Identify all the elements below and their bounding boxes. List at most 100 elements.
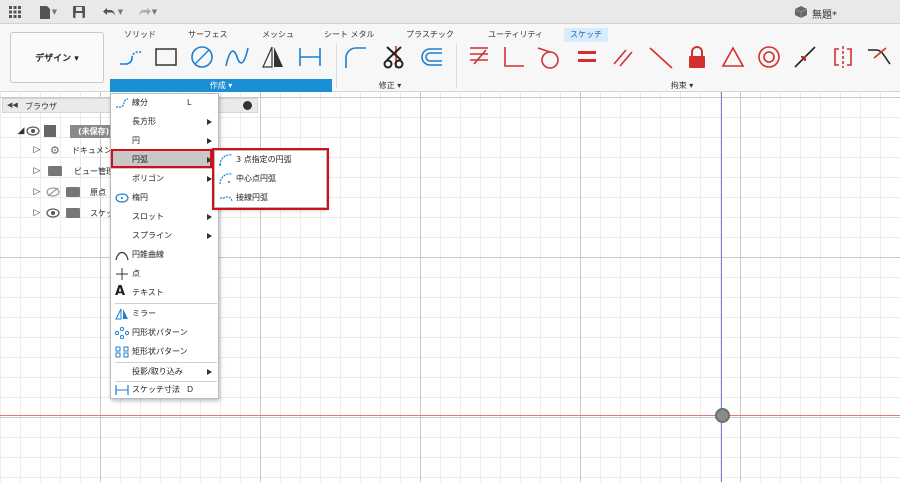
browser-node-label: ビュー管理 bbox=[74, 166, 114, 176]
rectangle-tool-icon[interactable] bbox=[153, 44, 179, 70]
app-grid-icon[interactable] bbox=[8, 3, 22, 21]
spline-tool-icon[interactable] bbox=[224, 44, 250, 70]
tab-surface[interactable]: サーフェス bbox=[188, 28, 228, 42]
browser-title: ブラウザ bbox=[25, 102, 57, 111]
tab-mesh[interactable]: メッシュ bbox=[262, 28, 294, 42]
menu-item-line[interactable]: 線分 L bbox=[111, 94, 218, 112]
menu-item-label: 投影/取り込み bbox=[132, 367, 183, 376]
document-cube-icon bbox=[794, 3, 808, 21]
line-tool-icon[interactable] bbox=[118, 44, 144, 70]
origin-point[interactable] bbox=[715, 408, 730, 423]
menu-item-slot[interactable]: スロット bbox=[111, 208, 218, 226]
menu-item-label: 点 bbox=[132, 269, 140, 278]
submenu-arrow-icon bbox=[207, 214, 212, 220]
undo-icon[interactable]: ▼ bbox=[100, 3, 126, 21]
arc-highlight-frame bbox=[111, 149, 212, 168]
symmetry-constraint-icon[interactable] bbox=[830, 44, 856, 70]
visibility-eye-icon[interactable] bbox=[26, 126, 40, 136]
redo-icon[interactable]: ▼ bbox=[134, 3, 160, 21]
create-menu-button[interactable]: 作成 ▾ bbox=[110, 79, 332, 93]
constraints-menu-button[interactable]: 拘束 ▾ bbox=[652, 79, 712, 93]
tab-plastic[interactable]: プラスチック bbox=[406, 28, 454, 42]
collinear-constraint-icon[interactable] bbox=[648, 44, 674, 70]
hidden-eye-icon[interactable] bbox=[46, 187, 60, 197]
browser-node-label: 原点 bbox=[90, 187, 106, 197]
folder-icon bbox=[66, 208, 80, 218]
ellipse-icon bbox=[115, 193, 129, 203]
component-icon bbox=[44, 125, 56, 137]
perpendicular-constraint-icon[interactable] bbox=[500, 44, 526, 70]
submenu-arrow-icon bbox=[207, 369, 212, 375]
menu-item-label: 楕円 bbox=[132, 193, 148, 202]
menu-item-rectangular-pattern[interactable]: 矩形状パターン bbox=[111, 343, 218, 361]
menu-item-circular-pattern[interactable]: 円形状パターン bbox=[111, 324, 218, 342]
menu-item-label: 円 bbox=[132, 136, 140, 145]
workspace-switcher-button[interactable]: デザイン ▾ bbox=[10, 32, 104, 83]
menu-separator bbox=[115, 303, 217, 304]
submenu-arrow-icon bbox=[207, 119, 212, 125]
menu-item-point[interactable]: 点 bbox=[111, 265, 218, 283]
browser-node-root[interactable]: ◢ (未保存) bbox=[16, 122, 118, 140]
fillet-tool-icon[interactable] bbox=[342, 44, 368, 70]
collapsed-triangle-icon[interactable]: ▷ bbox=[32, 141, 42, 159]
triangle-constraint-icon[interactable] bbox=[720, 44, 746, 70]
document-title: 無題* bbox=[812, 10, 837, 21]
line-icon bbox=[116, 98, 129, 108]
ribbon-separator bbox=[336, 44, 337, 88]
menu-item-circle[interactable]: 円 bbox=[111, 132, 218, 150]
browser-node-origin[interactable]: ▷ 原点 bbox=[32, 183, 106, 201]
circle-tool-icon[interactable] bbox=[189, 44, 215, 70]
tab-sheet-metal[interactable]: シート メタル bbox=[324, 28, 375, 42]
modify-menu-button[interactable]: 修正 ▾ bbox=[360, 79, 420, 93]
concentric-constraint-icon[interactable] bbox=[756, 44, 782, 70]
menu-item-label: スプライン bbox=[132, 231, 172, 240]
sketch-dimension-icon bbox=[115, 385, 129, 395]
collapsed-triangle-icon[interactable]: ▷ bbox=[32, 162, 42, 180]
menu-item-polygon[interactable]: ポリゴン bbox=[111, 170, 218, 188]
offset-tool-icon[interactable] bbox=[418, 44, 444, 70]
menu-item-ellipse[interactable]: 楕円 bbox=[111, 189, 218, 207]
collapsed-triangle-icon[interactable]: ▷ bbox=[32, 204, 42, 222]
folder-icon bbox=[48, 166, 62, 176]
mirror-line-tool-icon[interactable] bbox=[260, 44, 286, 70]
menu-item-label: 長方形 bbox=[132, 117, 156, 126]
expanded-triangle-icon[interactable]: ◢ bbox=[16, 122, 26, 140]
parallel-constraint-icon[interactable] bbox=[610, 44, 636, 70]
menu-item-text[interactable]: A テキスト bbox=[111, 284, 218, 302]
curvature-constraint-icon[interactable] bbox=[866, 44, 892, 70]
menu-item-sketch-dimension[interactable]: スケッチ寸法 D bbox=[111, 381, 218, 399]
midpoint-constraint-icon[interactable] bbox=[792, 44, 818, 70]
top-toolbar: ▼ ▼ ▼ 無題* bbox=[0, 0, 900, 24]
equal-constraint-icon[interactable] bbox=[574, 44, 600, 70]
save-icon[interactable] bbox=[72, 3, 86, 21]
menu-item-conic-curve[interactable]: 円錐曲線 bbox=[111, 246, 218, 264]
fix-lock-icon[interactable] bbox=[684, 44, 710, 70]
browser-minimize-icon[interactable] bbox=[243, 101, 252, 110]
menu-item-spline[interactable]: スプライン bbox=[111, 227, 218, 245]
dimension-tool-icon[interactable] bbox=[297, 44, 323, 70]
menu-item-project-include[interactable]: 投影/取り込み bbox=[111, 363, 218, 381]
browser-node-named-views[interactable]: ▷ ビュー管理 bbox=[32, 162, 114, 180]
folder-icon bbox=[66, 187, 80, 197]
coincident-constraint-icon[interactable] bbox=[466, 44, 492, 70]
menu-item-label: ポリゴン bbox=[132, 174, 164, 183]
menu-item-label: ミラー bbox=[132, 309, 156, 318]
trim-scissors-icon[interactable] bbox=[382, 44, 408, 70]
menu-item-rectangle[interactable]: 長方形 bbox=[111, 113, 218, 131]
browser-node-sketches[interactable]: ▷ スケッチ bbox=[32, 204, 122, 222]
tab-sketch[interactable]: スケッチ bbox=[564, 28, 608, 42]
x-axis-line bbox=[0, 415, 900, 416]
submenu-arrow-icon bbox=[207, 233, 212, 239]
collapse-browser-icon[interactable]: ◀◀ bbox=[7, 101, 18, 109]
tab-utility[interactable]: ユーティリティ bbox=[488, 28, 543, 42]
mirror-icon bbox=[115, 308, 128, 320]
visibility-eye-icon[interactable] bbox=[46, 208, 60, 218]
menu-item-mirror[interactable]: ミラー bbox=[111, 305, 218, 323]
browser-node-document-settings[interactable]: ▷ ⚙ ドキュメント bbox=[32, 141, 120, 159]
tangent-constraint-icon[interactable] bbox=[536, 44, 562, 70]
submenu-arrow-icon bbox=[207, 138, 212, 144]
menu-item-label: スロット bbox=[132, 212, 164, 221]
collapsed-triangle-icon[interactable]: ▷ bbox=[32, 183, 42, 201]
file-menu-icon[interactable]: ▼ bbox=[36, 3, 60, 21]
tab-solid[interactable]: ソリッド bbox=[124, 28, 156, 42]
